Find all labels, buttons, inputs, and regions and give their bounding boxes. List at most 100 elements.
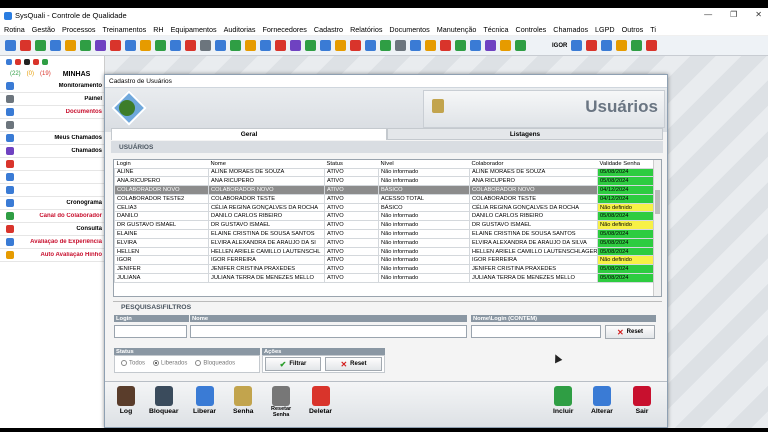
menu-item-ti[interactable]: Ti xyxy=(650,25,656,34)
liberar-button[interactable]: Liberar xyxy=(193,386,216,415)
table-row[interactable]: IGOR IGOR FERREIRA ATIVO Não informado IGOR … xyxy=(114,255,656,266)
toolbar-icon-8[interactable] xyxy=(110,40,121,51)
toolbar-icon-33[interactable] xyxy=(485,40,496,51)
menu-item-rh[interactable]: RH xyxy=(153,25,163,34)
table-row[interactable]: JULIANA JULIANA TERRA DE MENEZES MELLO ATI… xyxy=(114,273,656,283)
toolbar-icon-4[interactable] xyxy=(50,40,61,51)
toolbar-icon-37[interactable] xyxy=(586,40,598,51)
toolbar-icon-3[interactable] xyxy=(35,40,46,51)
toolbar-icon-20[interactable] xyxy=(290,40,301,51)
menu-item-controles[interactable]: Controles xyxy=(516,25,547,34)
incluir-button[interactable]: Incluir xyxy=(553,386,573,415)
table-row[interactable]: COLABORADOR TESTE2 COLABORADOR TESTE ATIVO… xyxy=(114,193,656,204)
filtrar-button[interactable]: ✔ Filtrar xyxy=(265,357,321,371)
senha-button[interactable]: Senha xyxy=(233,386,253,415)
refresh-icon[interactable] xyxy=(42,59,48,65)
status-radio-liberados[interactable]: Liberados xyxy=(153,360,187,367)
toolbar-icon-19[interactable] xyxy=(275,40,286,51)
table-row[interactable]: DR GUSTAVO ISMAEL DR GUSTAVO ISMAEL ATIVO N… xyxy=(114,220,656,231)
toolbar-icon-13[interactable] xyxy=(185,40,196,51)
menu-item-lgpd[interactable]: LGPD xyxy=(595,25,615,34)
toolbar-icon-6[interactable] xyxy=(80,40,91,51)
grid-scrollbar[interactable] xyxy=(653,160,661,296)
facebook-icon[interactable] xyxy=(6,59,12,65)
table-row[interactable]: ELAINE ELAINE CRISTINA DE SOUSA SANTOS ATI… xyxy=(114,229,656,239)
sidebar-item-9[interactable] xyxy=(0,184,104,197)
menu-item-manutenção[interactable]: Manutenção xyxy=(437,25,477,34)
toolbar-icon-14[interactable] xyxy=(200,40,211,51)
reset-status-button[interactable]: ✕ Reset xyxy=(325,357,382,371)
toolbar-icon-11[interactable] xyxy=(155,40,166,51)
toolbar-icon-28[interactable] xyxy=(410,40,421,51)
filter-login-input[interactable] xyxy=(114,325,187,338)
menu-item-cadastro[interactable]: Cadastro xyxy=(314,25,343,34)
menu-item-auditorias[interactable]: Auditorias xyxy=(224,25,256,34)
sidebar-item-10[interactable]: Cronograma xyxy=(0,197,104,210)
column-header-6[interactable]: Validade Senha xyxy=(597,160,656,168)
toolbar-icon-36[interactable] xyxy=(571,40,583,51)
sidebar-item-1[interactable]: Monitoramento xyxy=(0,80,104,93)
toolbar-icon-10[interactable] xyxy=(140,40,151,51)
column-header-5[interactable]: Colaborador xyxy=(469,160,598,168)
toolbar-icon-32[interactable] xyxy=(470,40,481,51)
menu-item-outros[interactable]: Outros xyxy=(622,25,644,34)
toolbar-icon-18[interactable] xyxy=(260,40,271,51)
youtube-icon[interactable] xyxy=(33,59,39,65)
menu-item-gestão[interactable]: Gestão xyxy=(32,25,55,34)
sidebar-item-4[interactable] xyxy=(0,119,104,132)
menu-item-relatórios[interactable]: Relatórios xyxy=(350,25,382,34)
toolbar-icon-9[interactable] xyxy=(125,40,136,51)
table-row[interactable]: HELLEN HELLEN ARIELE CAMILLO LAUTENSCHL AT… xyxy=(114,246,656,257)
restore-button[interactable]: ❐ xyxy=(730,10,737,19)
toolbar-icon-31[interactable] xyxy=(455,40,466,51)
menu-item-fornecedores[interactable]: Fornecedores xyxy=(263,25,307,34)
toolbar-icon-38[interactable] xyxy=(601,40,613,51)
toolbar-icon-5[interactable] xyxy=(65,40,76,51)
toolbar-icon-39[interactable] xyxy=(616,40,628,51)
toolbar-icon-22[interactable] xyxy=(320,40,331,51)
table-row[interactable]: ANA.RICUPERO ANA RICUPERO ATIVO Não informa… xyxy=(114,176,656,187)
toolbar-icon-29[interactable] xyxy=(425,40,436,51)
toolbar-icon-34[interactable] xyxy=(500,40,511,51)
toolbar-icon-15[interactable] xyxy=(215,40,226,51)
toolbar-icon-23[interactable] xyxy=(335,40,346,51)
filter-nome-login-input[interactable] xyxy=(471,325,601,338)
instagram-icon[interactable] xyxy=(15,59,21,65)
tab-geral[interactable]: Geral xyxy=(111,128,387,140)
status-radio-bloqueados[interactable]: Bloqueados xyxy=(195,360,235,367)
sidebar-item-6[interactable]: Chamados xyxy=(0,145,104,158)
x-icon[interactable] xyxy=(24,59,30,65)
sidebar-item-5[interactable]: Meus Chamados xyxy=(0,132,104,145)
table-row[interactable]: ELVIRA ELVIRA ALEXANDRA DE ARAUJO DA SI AT… xyxy=(114,237,656,248)
toolbar-icon-21[interactable] xyxy=(305,40,316,51)
toolbar-icon-26[interactable] xyxy=(380,40,391,51)
menu-item-documentos[interactable]: Documentos xyxy=(389,25,429,34)
toolbar-icon-41[interactable] xyxy=(646,40,658,51)
close-button[interactable]: ✕ xyxy=(755,10,762,19)
menu-item-técnica[interactable]: Técnica xyxy=(483,25,508,34)
table-row[interactable]: COLABORADOR NOVO COLABORADOR NOVO ATIVO BÁS… xyxy=(114,185,656,195)
toolbar-icon-2[interactable] xyxy=(20,40,31,51)
column-header-1[interactable]: Login xyxy=(114,160,209,168)
toolbar-icon-17[interactable] xyxy=(245,40,256,51)
toolbar-icon-12[interactable] xyxy=(170,40,181,51)
sair-button[interactable]: Sair xyxy=(633,386,651,415)
sidebar-item-11[interactable]: Canal do Colaborador xyxy=(0,210,104,223)
sidebar-item-3[interactable]: Documentos xyxy=(0,106,104,119)
sidebar-item-2[interactable]: Painel xyxy=(0,93,104,106)
minimize-button[interactable]: — xyxy=(704,10,712,19)
bloquear-button[interactable]: Bloquear xyxy=(149,386,178,415)
resetar-senha-button[interactable]: Resetar Senha xyxy=(271,386,291,418)
column-header-4[interactable]: Nível xyxy=(378,160,470,168)
sidebar-item-7[interactable] xyxy=(0,158,104,171)
filter-reset-button[interactable]: ✕ Reset xyxy=(605,325,655,339)
log-button[interactable]: Log xyxy=(117,386,135,415)
menu-item-rotina[interactable]: Rotina xyxy=(4,25,25,34)
scroll-thumb[interactable] xyxy=(655,190,660,214)
table-row[interactable]: DANILO DANILO CARLOS RIBEIRO ATIVO Não info… xyxy=(114,211,656,222)
toolbar-icon-1[interactable] xyxy=(5,40,16,51)
table-row[interactable]: JENIFER JENIFER CRISTINA PRAXEDES ATIVO Não… xyxy=(114,264,656,275)
menu-item-processos[interactable]: Processos xyxy=(62,25,96,34)
column-header-3[interactable]: Status xyxy=(324,160,379,168)
toolbar-icon-24[interactable] xyxy=(350,40,361,51)
